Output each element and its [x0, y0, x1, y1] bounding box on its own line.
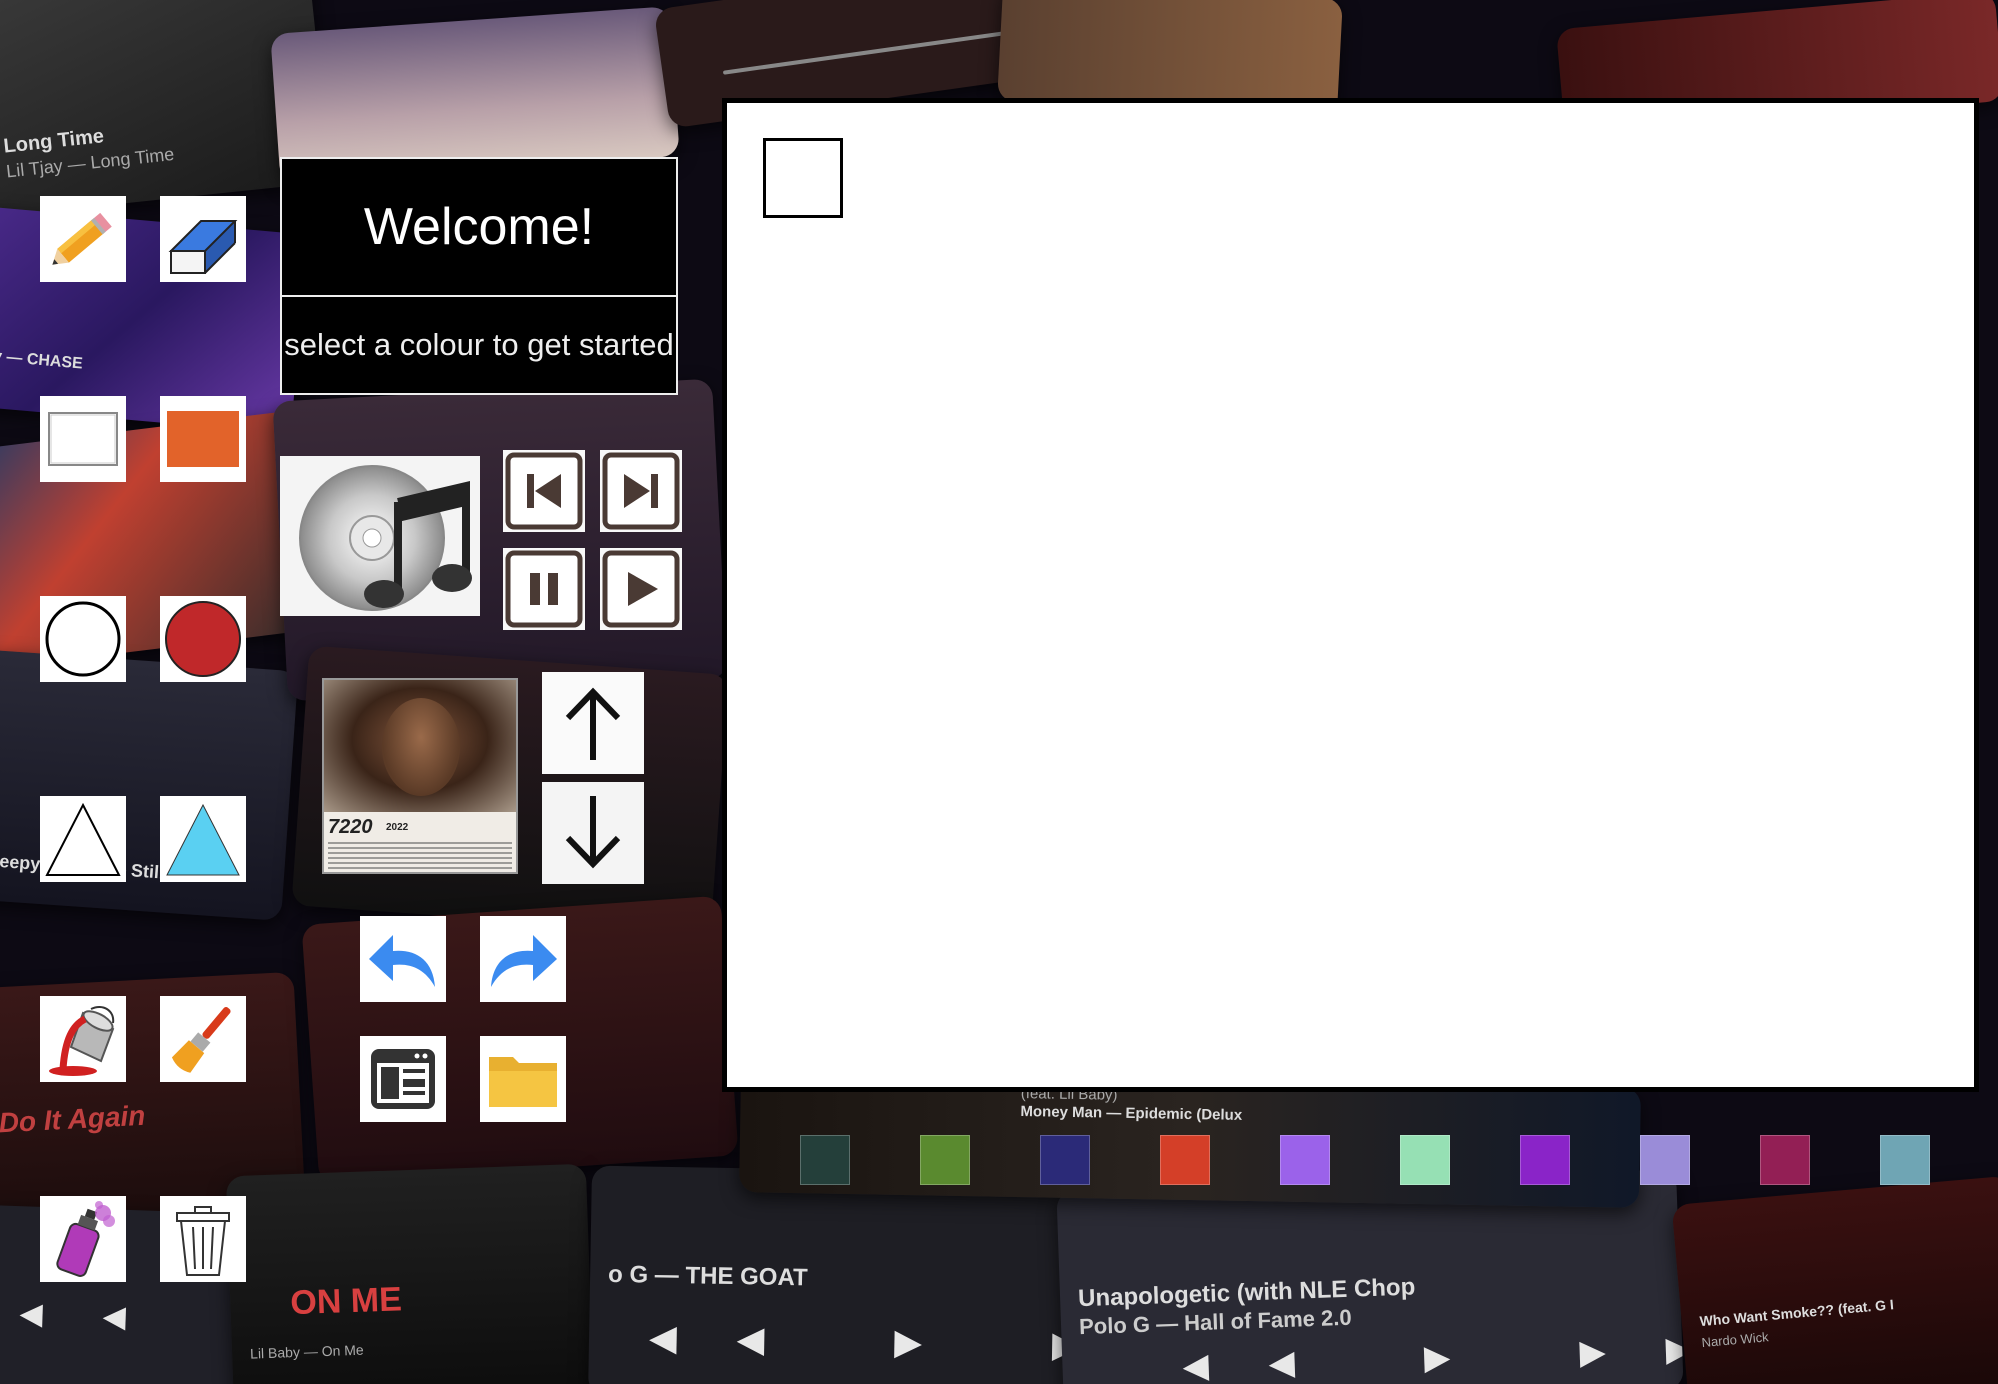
- folder-icon: [483, 1039, 563, 1119]
- rectangle-outline-icon: [43, 399, 123, 479]
- card-title: ay — CHASE: [0, 347, 84, 373]
- triangle-filled-icon: [163, 799, 243, 879]
- size-up-button[interactable]: [542, 672, 644, 774]
- redo-arrow-icon: [483, 919, 563, 999]
- welcome-title: Welcome!: [282, 159, 676, 297]
- triangle-outline-icon: [43, 799, 123, 879]
- music-cd-icon: [280, 456, 480, 616]
- eraser-tool-button[interactable]: [160, 196, 246, 282]
- skip-forward-icon: [600, 450, 682, 532]
- arrow-down-icon: [548, 788, 638, 878]
- paint-bucket-tool-button[interactable]: [40, 996, 126, 1082]
- open-folder-button[interactable]: [480, 1036, 566, 1122]
- spray-can-tool-button[interactable]: [40, 1196, 126, 1282]
- pencil-icon: [43, 199, 123, 279]
- triangle-outline-tool-button[interactable]: [40, 796, 126, 882]
- album-year: 2022: [386, 822, 409, 833]
- music-cd-button[interactable]: [280, 456, 480, 616]
- welcome-subtitle: select a colour to get started: [284, 327, 674, 362]
- card-title: Money Man — Epidemic (Delux: [1020, 1103, 1243, 1124]
- card-subtitle: Lil Baby — On Me: [249, 1341, 364, 1362]
- card-title: Do It Again: [0, 1099, 147, 1139]
- album-art: 7220 2022: [322, 678, 518, 874]
- card-title: Unapologetic (with NLE Chop: [1077, 1273, 1416, 1313]
- drawing-canvas[interactable]: [722, 98, 1979, 1092]
- colour-swatch-1[interactable]: [800, 1135, 850, 1185]
- pause-icon: [503, 548, 585, 630]
- colour-swatch-2[interactable]: [920, 1135, 970, 1185]
- colour-swatch-3[interactable]: [1040, 1135, 1090, 1185]
- rectangle-filled-tool-button[interactable]: [160, 396, 246, 482]
- background-card: ON ME Lil Baby — On Me: [225, 1163, 595, 1384]
- undo-arrow-icon: [363, 919, 443, 999]
- template-button[interactable]: [360, 1036, 446, 1122]
- card-title: Who Want Smoke?? (feat. G I: [1699, 1296, 1895, 1330]
- card-subtitle: Nardo Wick: [1700, 1329, 1770, 1351]
- next-track-button[interactable]: [600, 450, 682, 532]
- redo-button[interactable]: [480, 916, 566, 1002]
- colour-swatch-4[interactable]: [1160, 1135, 1210, 1185]
- paint-bucket-icon: [43, 999, 123, 1079]
- circle-outline-tool-button[interactable]: [40, 596, 126, 682]
- card-title: ON ME: [289, 1280, 403, 1323]
- eraser-icon: [163, 199, 243, 279]
- colour-swatch-5[interactable]: [1280, 1135, 1330, 1185]
- triangle-filled-tool-button[interactable]: [160, 796, 246, 882]
- skip-back-icon: [503, 450, 585, 532]
- size-down-button[interactable]: [542, 782, 644, 884]
- album-tracklist: [328, 842, 512, 870]
- brush-tool-button[interactable]: [160, 996, 246, 1082]
- pencil-tool-button[interactable]: [40, 196, 126, 282]
- previous-track-button[interactable]: [503, 450, 585, 532]
- colour-swatch-6[interactable]: [1400, 1135, 1450, 1185]
- trash-icon: [163, 1199, 243, 1279]
- pause-button[interactable]: [503, 548, 585, 630]
- colour-swatch-7[interactable]: [1520, 1135, 1570, 1185]
- rectangle-outline-tool-button[interactable]: [40, 396, 126, 482]
- brush-icon: [163, 999, 243, 1079]
- circle-outline-icon: [43, 599, 123, 679]
- arrow-up-icon: [548, 678, 638, 768]
- colour-swatch-10[interactable]: [1880, 1135, 1930, 1185]
- background-card: Who Want Smoke?? (feat. G I Nardo Wick: [1671, 1175, 1998, 1384]
- album-face: [382, 698, 460, 796]
- background-card: o G — THE GOAT ◀◀ ▶ ▶▶: [588, 1165, 1102, 1384]
- undo-button[interactable]: [360, 916, 446, 1002]
- circle-filled-tool-button[interactable]: [160, 596, 246, 682]
- card-title: o G — THE GOAT: [607, 1260, 808, 1292]
- play-button[interactable]: [600, 548, 682, 630]
- colour-swatch-9[interactable]: [1760, 1135, 1810, 1185]
- colour-swatch-8[interactable]: [1640, 1135, 1690, 1185]
- album-title: 7220: [328, 816, 373, 838]
- circle-filled-icon: [163, 599, 243, 679]
- trash-tool-button[interactable]: [160, 1196, 246, 1282]
- play-icon: [600, 548, 682, 630]
- welcome-panel: Welcome! select a colour to get started: [280, 157, 678, 395]
- spray-can-icon: [43, 1199, 123, 1279]
- current-colour-indicator: [763, 138, 843, 218]
- layout-template-icon: [363, 1039, 443, 1119]
- rectangle-filled-icon: [163, 399, 243, 479]
